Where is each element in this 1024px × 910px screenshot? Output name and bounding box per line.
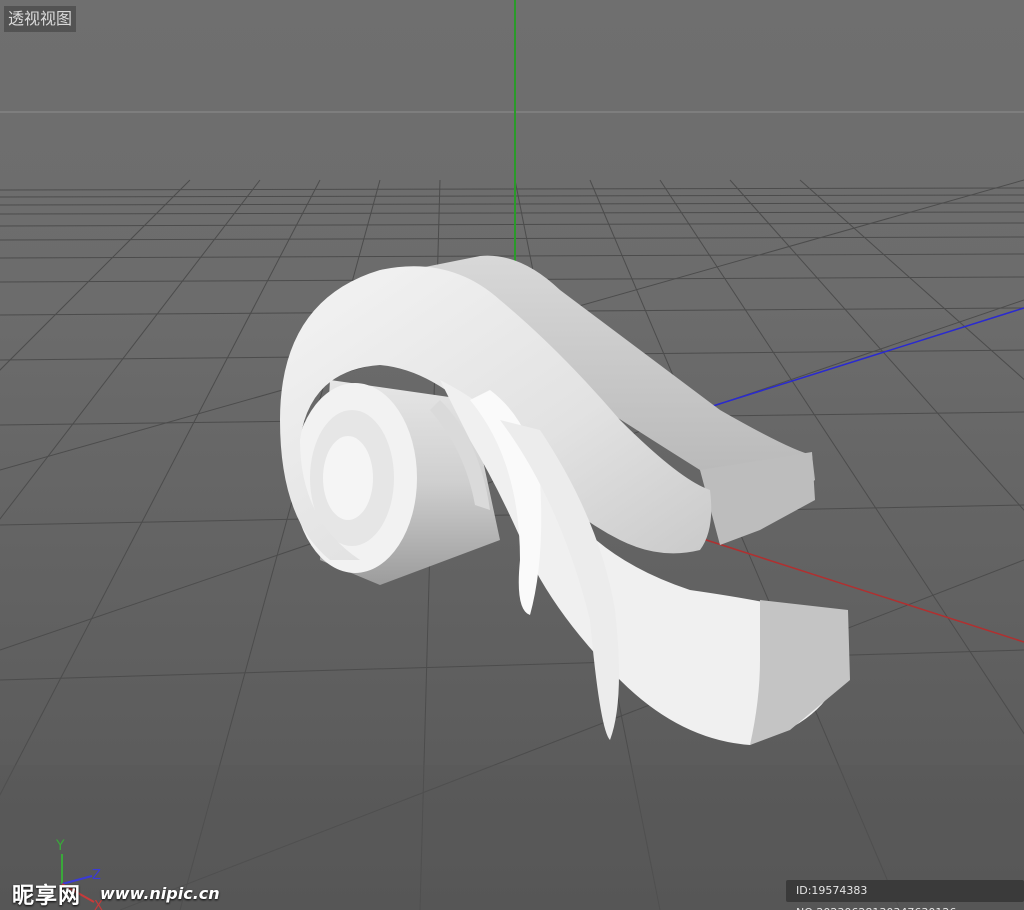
image-id-badge: ID:19574383 NO:20230628130347630126 xyxy=(786,880,1024,910)
scroll-ornament-model[interactable] xyxy=(280,255,850,745)
perspective-viewport[interactable]: 透视视图 Y Z X 昵享网 www.nipic.cn ID:19574383 … xyxy=(0,0,1024,910)
viewport-label[interactable]: 透视视图 xyxy=(4,6,77,32)
gizmo-z-label: Z xyxy=(92,868,101,883)
z-axis-line xyxy=(699,307,1024,411)
scene-canvas[interactable] xyxy=(0,0,1024,910)
watermark-url: www.nipic.cn xyxy=(100,884,220,903)
watermark-logo: 昵享网 xyxy=(12,884,82,909)
gizmo-y-label: Y xyxy=(55,838,65,854)
